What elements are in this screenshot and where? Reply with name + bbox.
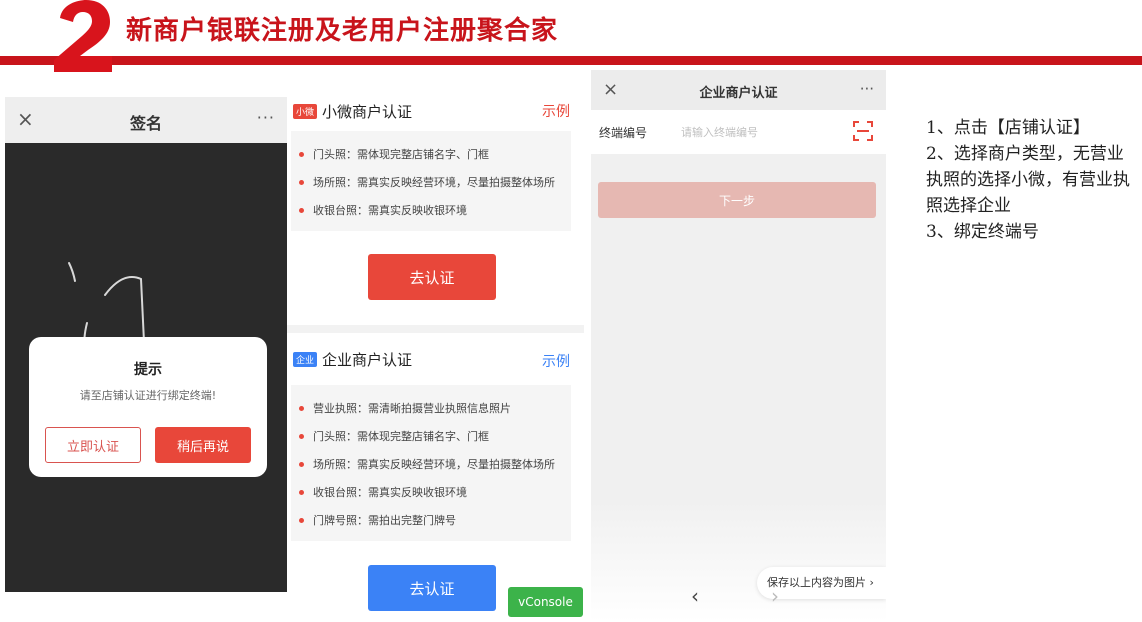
section-number-icon [54, 0, 112, 72]
step-2: 2、选择商户类型，无营业执照的选择小微，有营业执照选择企业 [926, 144, 1130, 216]
micro-title: 小微商户认证 [322, 102, 413, 121]
vconsole-button[interactable]: vConsole [508, 587, 583, 617]
micro-tag: 小微 [293, 103, 318, 119]
back-icon[interactable]: ‹ [691, 584, 699, 608]
enterprise-auth-screen: × 企业商户认证 ··· 终端编号 下一步 保存以上内容为图片 › ‹ › [591, 70, 886, 622]
list-item: 营业执照：需清晰拍摄营业执照信息照片 [291, 395, 571, 423]
requirement-text: 营业执照：需清晰拍摄营业执照信息照片 [313, 402, 511, 415]
scan-icon[interactable] [852, 120, 874, 142]
bullet-icon [299, 208, 304, 213]
requirement-text: 收银台照：需真实反映收银环境 [313, 204, 467, 217]
terminal-input[interactable] [681, 122, 841, 142]
signature-screen: × 签名 ··· 提示 请至店铺认证进行绑定终端! 立即认证 稍后再说 [5, 97, 287, 592]
requirement-text: 收银台照：需真实反映收银环境 [313, 486, 467, 499]
micro-requirements: 门头照：需体现完整店铺名字、门框 场所照：需真实反映经营环境，尽量拍摄整体场所 … [291, 131, 571, 231]
list-item: 场所照：需真实反映经营环境，尽量拍摄整体场所 [291, 169, 571, 197]
bullet-icon [299, 406, 304, 411]
enterprise-requirements: 营业执照：需清晰拍摄营业执照信息照片 门头照：需体现完整店铺名字、门框 场所照：… [291, 385, 571, 541]
bullet-icon [299, 518, 304, 523]
bullet-icon [299, 434, 304, 439]
list-item: 收银台照：需真实反映收银环境 [291, 479, 571, 507]
page-title: 新商户银联注册及老用户注册聚合家 [126, 16, 559, 46]
micro-verify-button[interactable]: 去认证 [368, 254, 496, 300]
bullet-icon [299, 180, 304, 185]
list-item: 门头照：需体现完整店铺名字、门框 [291, 141, 571, 169]
enterprise-tag: 企业 [293, 351, 318, 367]
list-item: 场所照：需真实反映经营环境，尽量拍摄整体场所 [291, 451, 571, 479]
micro-merchant-section: 小微 小微商户认证 示例 门头照：需体现完整店铺名字、门框 场所照：需真实反映经… [287, 93, 584, 325]
more-icon[interactable]: ··· [860, 80, 874, 98]
enterprise-merchant-section: 企业 企业商户认证 示例 营业执照：需清晰拍摄营业执照信息照片 门头照：需体现完… [287, 333, 584, 622]
later-button[interactable]: 稍后再说 [155, 427, 251, 463]
terminal-row: 终端编号 [591, 110, 886, 154]
instruction-steps: 1、点击【店铺认证】 2、选择商户类型，无营业执照的选择小微，有营业执照选择企业… [926, 115, 1136, 245]
header-bar [0, 56, 1142, 65]
enterprise-screen-title: 企业商户认证 [699, 86, 778, 101]
requirement-text: 门头照：需体现完整店铺名字、门框 [313, 148, 489, 161]
bullet-icon [299, 152, 304, 157]
list-item: 收银台照：需真实反映收银环境 [291, 197, 571, 225]
bullet-icon [299, 490, 304, 495]
next-step-button[interactable]: 下一步 [598, 182, 876, 218]
dialog-message: 请至店铺认证进行绑定终端! [79, 389, 217, 402]
prompt-dialog: 提示 请至店铺认证进行绑定终端! 立即认证 稍后再说 [29, 337, 267, 477]
bullet-icon [299, 462, 304, 467]
step-3: 3、绑定终端号 [926, 222, 1039, 242]
dialog-title: 提示 [134, 362, 162, 378]
enterprise-title: 企业商户认证 [322, 350, 413, 369]
terminal-label: 终端编号 [599, 126, 648, 140]
enterprise-topbar: × 企业商户认证 ··· [591, 70, 886, 110]
more-icon[interactable]: ··· [257, 108, 275, 127]
enterprise-header: 企业 企业商户认证 [293, 349, 412, 369]
requirement-text: 场所照：需真实反映经营环境，尽量拍摄整体场所 [313, 458, 555, 471]
step-1: 1、点击【店铺认证】 [926, 118, 1090, 138]
requirement-text: 场所照：需真实反映经营环境，尽量拍摄整体场所 [313, 176, 555, 189]
verify-now-button[interactable]: 立即认证 [45, 427, 141, 463]
signature-topbar: × 签名 ··· [5, 97, 287, 143]
bottom-fade [591, 500, 886, 622]
requirement-text: 门牌号照：需拍出完整门牌号 [313, 514, 456, 527]
auth-type-screen: 小微 小微商户认证 示例 门头照：需体现完整店铺名字、门框 场所照：需真实反映经… [287, 93, 584, 622]
forward-icon[interactable]: › [771, 584, 779, 608]
micro-header: 小微 小微商户认证 [293, 101, 412, 121]
list-item: 门牌号照：需拍出完整门牌号 [291, 507, 571, 535]
enterprise-example-link[interactable]: 示例 [542, 351, 570, 371]
list-item: 门头照：需体现完整店铺名字、门框 [291, 423, 571, 451]
enterprise-verify-button[interactable]: 去认证 [368, 565, 496, 611]
micro-example-link[interactable]: 示例 [542, 101, 570, 121]
signature-title: 签名 [129, 114, 162, 133]
requirement-text: 门头照：需体现完整店铺名字、门框 [313, 430, 489, 443]
